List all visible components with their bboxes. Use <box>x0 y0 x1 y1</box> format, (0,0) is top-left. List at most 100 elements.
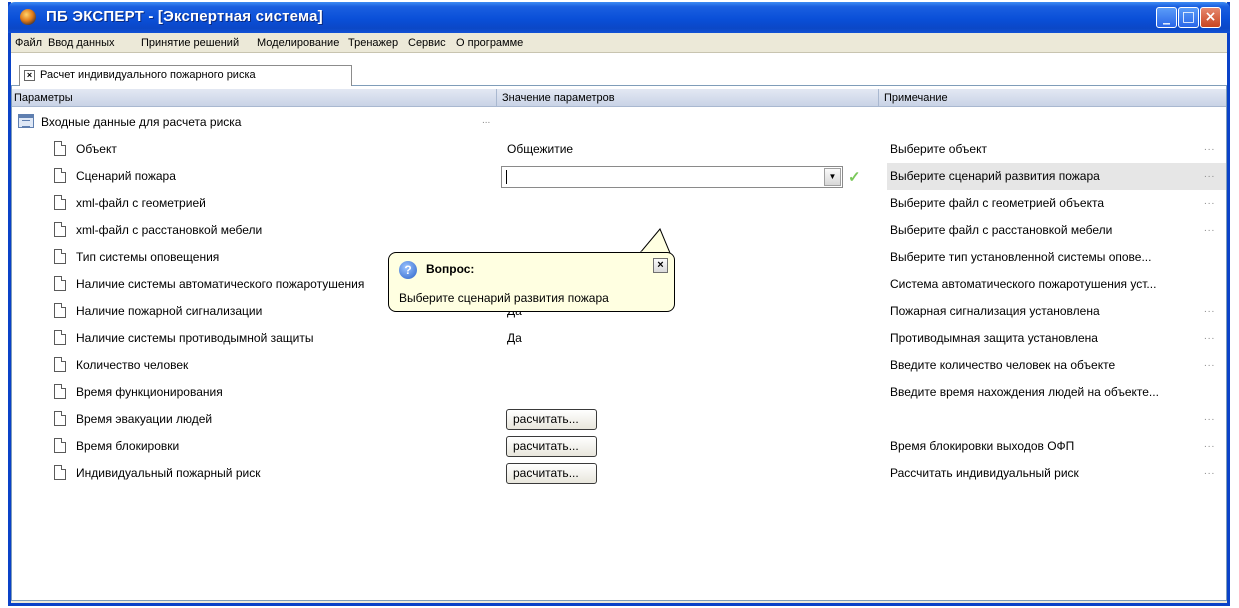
ellipsis-button[interactable]: ... <box>1204 142 1215 153</box>
table-row[interactable]: Индивидуальный пожарный риск расчитать..… <box>12 460 1226 487</box>
balloon-text: Выберите сценарий развития пожара <box>399 291 609 305</box>
fire-scenario-combobox[interactable]: ▼ <box>501 166 843 188</box>
param-label: Объект <box>76 142 117 156</box>
ellipsis-button[interactable]: ... <box>1204 358 1215 369</box>
document-icon <box>54 276 66 291</box>
menu-trainer[interactable]: Тренажер <box>348 37 398 49</box>
fire-globe-icon <box>20 9 36 25</box>
param-label: Время эвакуации людей <box>76 412 213 426</box>
calculate-evacuation-button[interactable]: расчитать... <box>506 409 597 430</box>
param-note: Система автоматического пожаротушения ус… <box>890 277 1157 291</box>
table-row-selected[interactable]: Сценарий пожара ▼ ✓ Выберите сценарий ра… <box>12 163 1226 190</box>
menu-decisions[interactable]: Принятие решений <box>141 37 239 49</box>
document-icon <box>54 438 66 453</box>
minimize-button[interactable]: _ <box>1156 7 1177 28</box>
table-row[interactable]: Время функционирования Введите время нах… <box>12 379 1226 406</box>
param-note: Время блокировки выходов ОФП <box>890 439 1075 453</box>
dropdown-arrow-icon[interactable]: ▼ <box>824 168 841 186</box>
balloon-close-icon[interactable]: × <box>653 258 668 273</box>
column-divider[interactable] <box>878 89 879 107</box>
param-note: Пожарная сигнализация установлена <box>890 304 1100 318</box>
table-row[interactable]: Наличие системы противодымной защиты Да … <box>12 325 1226 352</box>
param-value[interactable]: Да <box>507 331 522 345</box>
table-row[interactable]: xml-файл с геометрией Выберите файл с ге… <box>12 190 1226 217</box>
table-row[interactable]: Объект Общежитие Выберите объект ... <box>12 136 1226 163</box>
param-value[interactable]: Общежитие <box>507 142 573 156</box>
document-icon <box>54 168 66 183</box>
ellipsis-button[interactable]: ... <box>1204 169 1215 180</box>
calculate-risk-button[interactable]: расчитать... <box>506 463 597 484</box>
param-label: Время функционирования <box>76 385 223 399</box>
document-icon <box>54 303 66 318</box>
menu-modeling[interactable]: Моделирование <box>257 37 339 49</box>
ellipsis-button[interactable]: ... <box>1204 439 1215 450</box>
menu-bar: Файл Ввод данных Принятие решений Модели… <box>11 33 1227 53</box>
param-label: Индивидуальный пожарный риск <box>76 466 261 480</box>
document-icon <box>54 384 66 399</box>
param-label: xml-файл с расстановкой мебели <box>76 223 263 237</box>
maximize-button[interactable]: □ <box>1178 7 1199 28</box>
calculate-blocking-button[interactable]: расчитать... <box>506 436 597 457</box>
document-icon <box>54 222 66 237</box>
document-icon <box>54 357 66 372</box>
tree-root-row[interactable]: Входные данные для расчета риска ... <box>12 109 1226 136</box>
ellipsis-button[interactable]: ... <box>1204 466 1215 477</box>
close-button[interactable]: × <box>1200 7 1221 28</box>
ellipsis-button[interactable]: ... <box>1204 304 1215 315</box>
param-note: Рассчитать индивидуальный риск <box>890 466 1079 480</box>
document-icon <box>54 411 66 426</box>
column-header-values[interactable]: Значение параметров <box>502 92 615 104</box>
param-note: Выберите файл с расстановкой мебели <box>890 223 1113 237</box>
property-grid: Параметры Значение параметров Примечание… <box>11 86 1227 601</box>
table-row[interactable]: Время блокировки расчитать... Время блок… <box>12 433 1226 460</box>
param-note: Выберите файл с геометрией объекта <box>890 196 1105 210</box>
param-note: Противодымная защита установлена <box>890 331 1098 345</box>
balloon-title: Вопрос: <box>426 262 475 276</box>
table-row[interactable]: xml-файл с расстановкой мебели Выберите … <box>12 217 1226 244</box>
param-label: Время блокировки <box>76 439 180 453</box>
title-bar[interactable]: ПБ ЭКСПЕРТ - [Экспертная система] _ □ × <box>8 2 1230 33</box>
document-tabs: × Расчет индивидуального пожарного риска <box>11 53 1227 86</box>
document-icon <box>54 195 66 210</box>
text-caret <box>506 170 507 184</box>
table-row[interactable]: Количество человек Введите количество че… <box>12 352 1226 379</box>
document-icon <box>54 249 66 264</box>
param-note: Выберите сценарий развития пожара <box>890 169 1100 183</box>
ellipsis-button[interactable]: ... <box>1204 196 1215 207</box>
param-label: Количество человек <box>76 358 189 372</box>
column-header-notes[interactable]: Примечание <box>884 92 948 104</box>
document-icon <box>54 330 66 345</box>
param-note: Выберите объект <box>890 142 987 156</box>
question-icon: ? <box>399 261 417 279</box>
ellipsis-button[interactable]: ... <box>1204 331 1215 342</box>
tab-risk-calculation[interactable]: × Расчет индивидуального пожарного риска <box>19 65 352 86</box>
window-title: ПБ ЭКСПЕРТ - [Экспертная система] <box>46 8 323 25</box>
param-note: Введите количество человек на объекте <box>890 358 1116 372</box>
close-icon: × <box>1204 9 1217 25</box>
checkmark-icon[interactable]: ✓ <box>848 168 861 186</box>
column-header-parameters[interactable]: Параметры <box>14 92 73 104</box>
ellipsis-button[interactable]: ... <box>1204 412 1215 423</box>
question-balloon: ? Вопрос: × Выберите сценарий развития п… <box>388 252 675 312</box>
param-label: xml-файл с геометрией <box>76 196 206 210</box>
column-divider[interactable] <box>496 89 497 107</box>
document-icon <box>54 141 66 156</box>
param-label: Наличие системы автоматического пожароту… <box>76 277 365 291</box>
menu-file[interactable]: Файл <box>15 37 42 49</box>
document-icon <box>54 465 66 480</box>
param-label: Наличие системы противодымной защиты <box>76 331 314 345</box>
tab-close-icon[interactable]: × <box>24 70 35 81</box>
table-icon <box>18 114 34 128</box>
param-label: Наличие пожарной сигнализации <box>76 304 263 318</box>
param-label: Сценарий пожара <box>76 169 176 183</box>
menu-service[interactable]: Сервис <box>408 37 446 49</box>
param-note: Выберите тип установленной системы опове… <box>890 250 1152 264</box>
menu-data-input[interactable]: Ввод данных <box>48 37 115 49</box>
grid-header: Параметры Значение параметров Примечание <box>12 89 1226 107</box>
root-label: Входные данные для расчета риска <box>41 115 242 129</box>
minimize-icon: _ <box>1163 9 1170 25</box>
ellipsis-button[interactable]: ... <box>1204 223 1215 234</box>
menu-about[interactable]: О программе <box>456 37 523 49</box>
root-ellipsis[interactable]: ... <box>482 115 490 126</box>
table-row[interactable]: Время эвакуации людей расчитать... ... <box>12 406 1226 433</box>
